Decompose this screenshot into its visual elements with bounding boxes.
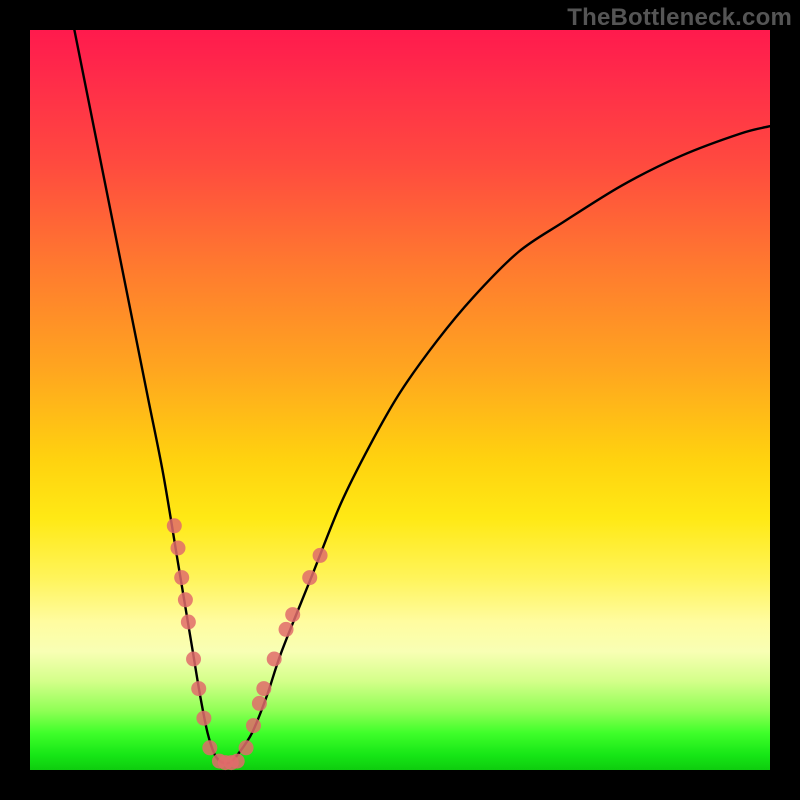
chart-frame: TheBottleneck.com	[0, 0, 800, 800]
curve-marker	[181, 615, 196, 630]
curve-marker	[285, 607, 300, 622]
curve-marker	[302, 570, 317, 585]
curve-marker	[313, 548, 328, 563]
curve-marker	[267, 652, 282, 667]
curve-marker	[178, 592, 193, 607]
curve-marker	[191, 681, 206, 696]
curve-marker	[256, 681, 271, 696]
curve-marker	[202, 740, 217, 755]
curve-marker	[171, 541, 186, 556]
curve-marker	[167, 518, 182, 533]
curve-marker	[252, 696, 267, 711]
curve-marker	[246, 718, 261, 733]
bottleneck-curve	[74, 30, 770, 763]
curve-marker	[174, 570, 189, 585]
chart-svg-layer	[30, 30, 770, 770]
watermark-text: TheBottleneck.com	[567, 4, 792, 32]
curve-marker	[230, 754, 245, 769]
curve-marker	[279, 622, 294, 637]
curve-marker	[239, 740, 254, 755]
curve-marker	[186, 652, 201, 667]
curve-marker	[196, 711, 211, 726]
